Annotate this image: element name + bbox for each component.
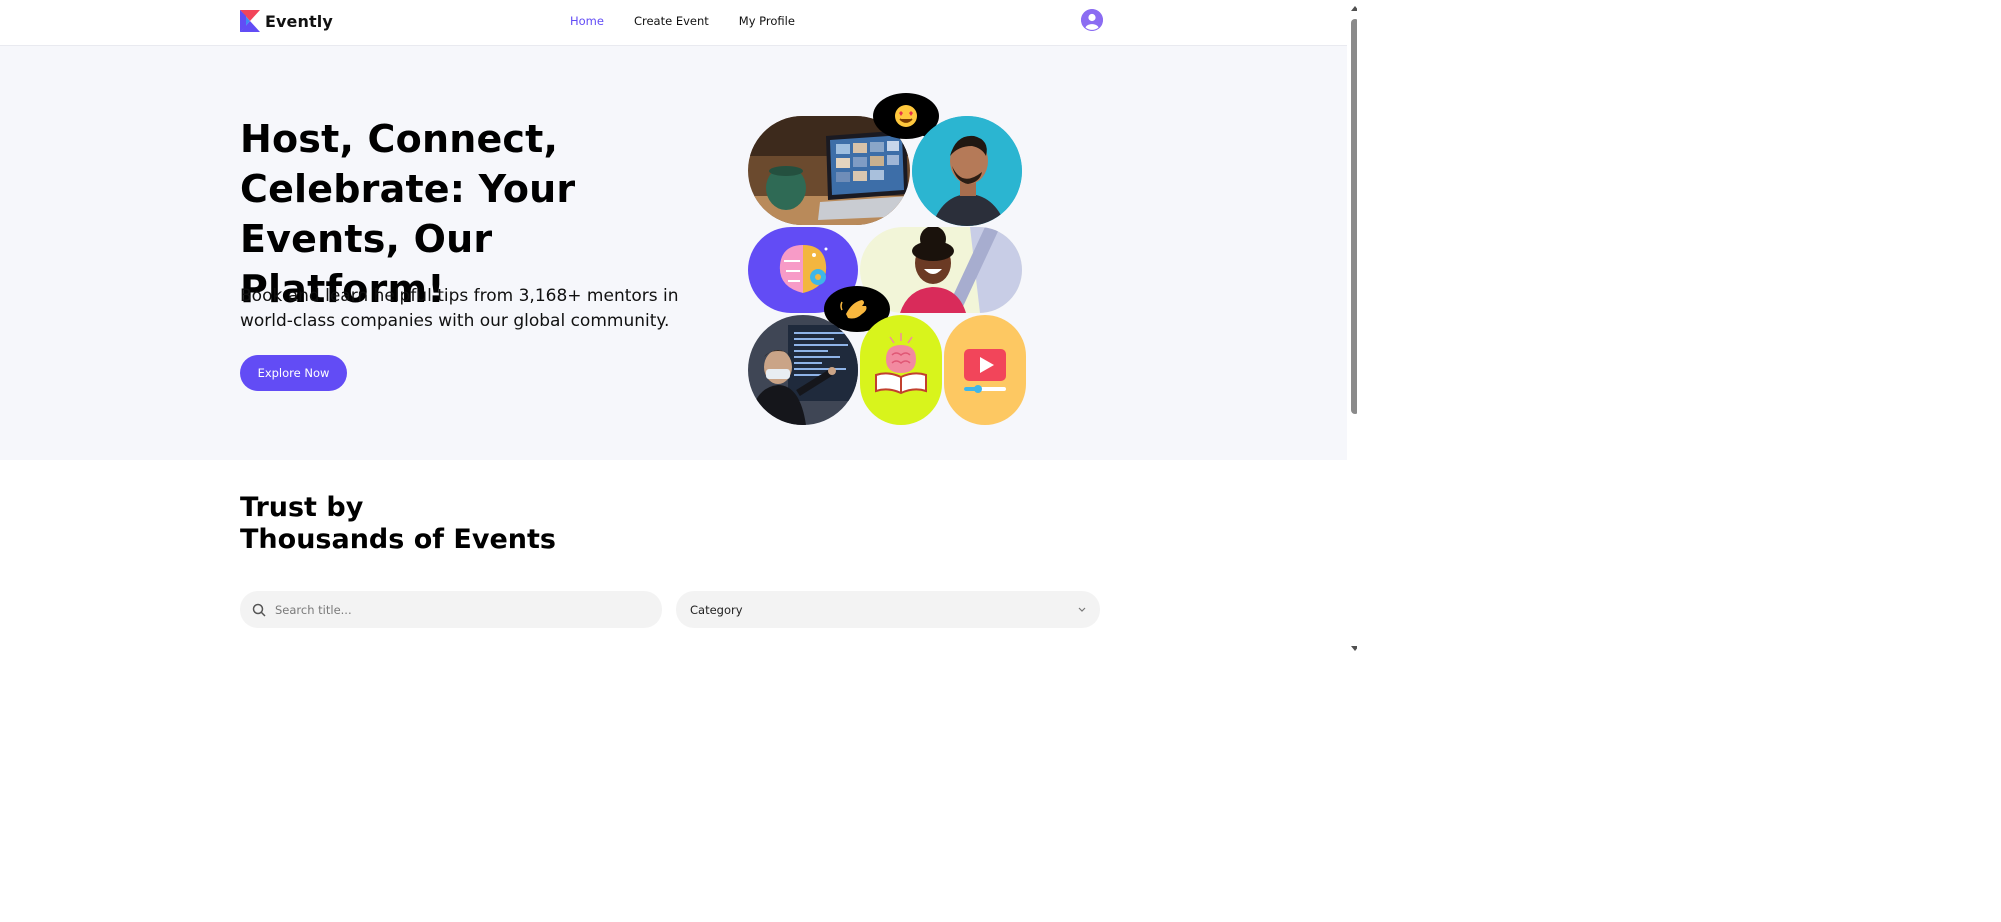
vertical-scrollbar[interactable] xyxy=(1347,0,1357,660)
logo-mark-icon xyxy=(240,10,260,32)
chevron-down-icon xyxy=(1078,607,1086,612)
book-brain-illustration xyxy=(860,315,942,425)
logo-text: Evently xyxy=(265,11,333,31)
category-select[interactable]: Category xyxy=(676,591,1100,628)
search-icon xyxy=(252,603,266,617)
page-viewport: Evently Home Create Event My Profile Hos… xyxy=(0,0,1357,660)
scrollbar-thumb[interactable] xyxy=(1351,19,1357,414)
nav-create-event[interactable]: Create Event xyxy=(634,14,709,28)
logo[interactable]: Evently xyxy=(240,10,333,32)
hero-subtitle: Book and learn helpful tips from 3,168+ … xyxy=(240,286,679,331)
section-title-line2: Thousands of Events xyxy=(240,524,556,555)
section-title-line1: Trust by xyxy=(240,492,364,523)
presenter-code-screen-image xyxy=(748,315,858,425)
nav-my-profile[interactable]: My Profile xyxy=(739,14,795,28)
scroll-up-arrow-icon[interactable] xyxy=(1350,4,1357,14)
top-navbar: Evently Home Create Event My Profile xyxy=(0,0,1347,46)
section-title: Trust by Thousands of Events xyxy=(240,492,640,556)
laughing-man-image xyxy=(912,116,1022,226)
explore-now-button[interactable]: Explore Now xyxy=(240,355,347,391)
hero-collage xyxy=(748,86,1028,426)
main-nav: Home Create Event My Profile xyxy=(570,14,795,28)
search-input[interactable] xyxy=(275,602,615,617)
hero-section: Host, Connect, Celebrate: Your Events, O… xyxy=(0,46,1347,460)
search-box[interactable] xyxy=(240,591,662,628)
scroll-down-arrow-icon[interactable] xyxy=(1350,643,1357,653)
video-play-illustration xyxy=(944,315,1026,425)
user-silhouette-icon xyxy=(1081,9,1103,31)
user-avatar-icon[interactable] xyxy=(1081,9,1103,31)
nav-home[interactable]: Home xyxy=(570,14,604,28)
category-selected-value: Category xyxy=(690,602,743,617)
